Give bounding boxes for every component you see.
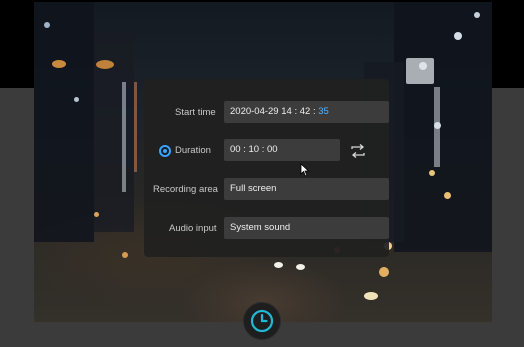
start-time-field[interactable]: 2020-04-29 14 : 42 : 35: [224, 101, 389, 123]
duration-row: Duration 00 : 10 : 00: [144, 139, 389, 163]
schedule-dialog: Start time 2020-04-29 14 : 42 : 35 Durat…: [144, 79, 389, 257]
duration-radio[interactable]: [159, 145, 171, 157]
right-panel: [492, 88, 524, 347]
recording-area-label: Recording area: [153, 184, 218, 195]
time-separator: :: [294, 106, 298, 117]
start-hour-value[interactable]: 14: [281, 106, 292, 117]
repeat-icon[interactable]: [349, 143, 367, 159]
mouse-cursor-icon: [300, 163, 310, 177]
left-panel: [0, 88, 34, 347]
start-second-value[interactable]: 35: [318, 106, 329, 117]
recording-area-row: Recording area Full screen: [144, 178, 389, 202]
audio-input-row: Audio input System sound: [144, 217, 389, 241]
timer-button[interactable]: [243, 302, 281, 340]
start-time-row: Start time 2020-04-29 14 : 42 : 35: [144, 101, 389, 125]
time-separator: :: [312, 106, 316, 117]
start-time-label: Start time: [175, 107, 216, 118]
audio-input-label: Audio input: [169, 223, 217, 234]
duration-field[interactable]: 00 : 10 : 00: [224, 139, 340, 161]
timer-clock-icon: [250, 309, 274, 333]
start-minute-value[interactable]: 42: [300, 106, 311, 117]
audio-input-select[interactable]: System sound: [224, 217, 389, 239]
duration-label[interactable]: Duration: [175, 139, 211, 163]
recording-area-select[interactable]: Full screen: [224, 178, 389, 200]
app-background: Start time 2020-04-29 14 : 42 : 35 Durat…: [0, 0, 524, 347]
start-date-value[interactable]: 2020-04-29: [230, 106, 279, 117]
